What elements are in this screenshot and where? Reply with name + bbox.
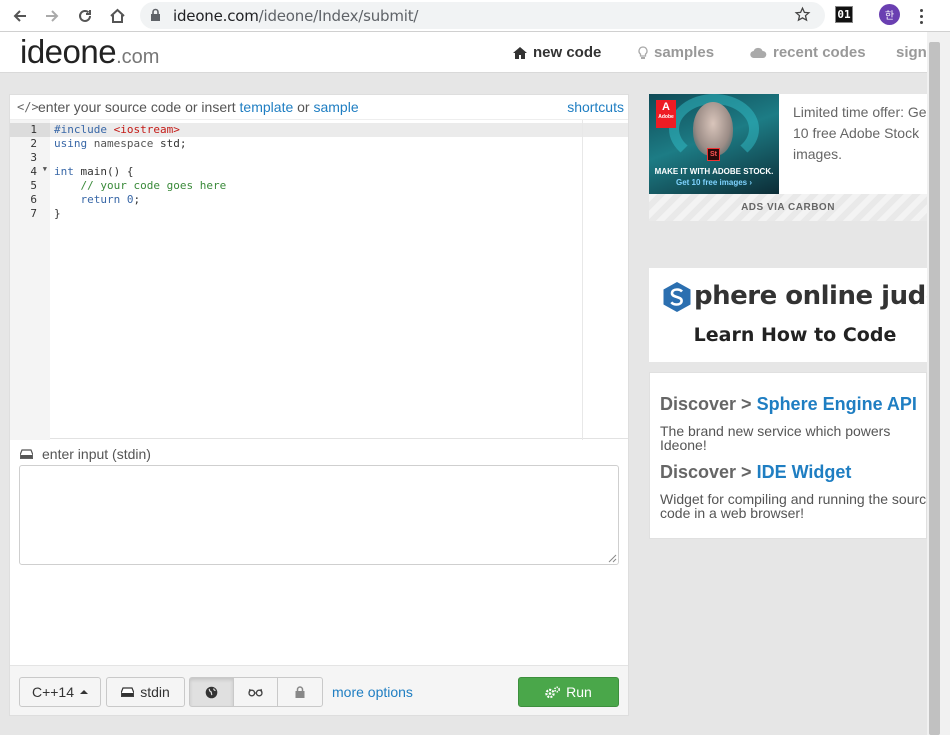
nav-recent-codes[interactable]: recent codes xyxy=(750,44,866,61)
stdin-input[interactable] xyxy=(19,465,619,565)
line-number-gutter: 1 2 3 4 ▼ 5 6 7 xyxy=(10,120,50,440)
code-line[interactable]: int main() { xyxy=(54,165,133,179)
lock-icon xyxy=(150,8,161,27)
spoj-banner[interactable]: phere online judge Learn How to Code xyxy=(649,268,927,362)
url-text: ideone.com/ideone/Index/submit/ xyxy=(173,7,419,25)
nav-label: samples xyxy=(654,44,715,61)
more-options-link[interactable]: more options xyxy=(332,684,413,700)
home-icon[interactable] xyxy=(106,5,128,27)
stdin-toggle-button[interactable]: stdin xyxy=(106,677,185,707)
template-link[interactable]: template xyxy=(240,99,294,115)
spoj-title: phere online judge xyxy=(694,281,927,311)
lightbulb-icon xyxy=(638,45,648,59)
print-margin xyxy=(582,120,583,440)
editor-header: </> enter your source code or insert tem… xyxy=(10,95,628,119)
profile-avatar[interactable]: 한 xyxy=(879,4,900,25)
code-line[interactable]: // your code goes here xyxy=(54,179,226,193)
resize-handle-icon[interactable] xyxy=(607,553,617,563)
line-number: 6 xyxy=(30,193,37,206)
ad-cta: Get 10 free images › xyxy=(675,178,753,187)
ideone-logo[interactable]: ideone.com xyxy=(20,33,159,71)
nav-new-code[interactable]: new code xyxy=(513,44,601,61)
line-number: 4 ▼ xyxy=(30,165,47,178)
adobe-stock-icon: St xyxy=(707,148,720,161)
ide-widget-link[interactable]: IDE Widget xyxy=(757,462,852,482)
stdin-label: enter input (stdin) xyxy=(20,446,151,462)
ads-via-carbon-link[interactable]: ADS VIA CARBON xyxy=(649,194,927,221)
visibility-public-button[interactable] xyxy=(189,677,234,707)
line-number: 5 xyxy=(30,179,37,192)
nav-samples[interactable]: samples xyxy=(638,44,714,61)
sphere-engine-api-link[interactable]: Sphere Engine API xyxy=(757,394,917,414)
lock-icon xyxy=(295,686,305,698)
run-button[interactable]: Run xyxy=(518,677,619,707)
extension-icon[interactable]: 01 xyxy=(835,6,853,23)
editor-hint: enter your source code or insert templat… xyxy=(38,99,359,115)
inbox-icon xyxy=(121,687,135,697)
nav-label: sign xyxy=(896,44,927,61)
adobe-logo-icon: A Adobe xyxy=(656,100,676,128)
code-line[interactable]: #include <iostream> xyxy=(54,123,180,137)
code-line[interactable]: using namespace std; xyxy=(54,137,186,151)
discover-description: Widget for compiling and running the sou… xyxy=(660,491,927,521)
nav-label: new code xyxy=(533,44,602,61)
spoj-hexagon-logo-icon xyxy=(663,282,691,312)
bottom-toolbar: C++14 stdin more options Run xyxy=(10,665,628,715)
discover-description: The brand new service which powers Ideone… xyxy=(660,423,891,453)
reload-icon[interactable] xyxy=(74,5,96,27)
page-scrollbar[interactable] xyxy=(927,32,950,735)
sample-link[interactable]: sample xyxy=(313,99,358,115)
line-number: 2 xyxy=(30,137,37,150)
line-number: 7 xyxy=(30,207,37,220)
line-number: 1 xyxy=(10,123,50,137)
nav-sign-in[interactable]: sign xyxy=(896,44,927,61)
bookmark-star-icon[interactable] xyxy=(794,6,811,28)
spoj-subtitle: Learn How to Code xyxy=(693,324,897,346)
site-header: ideone.com new code samples recent codes… xyxy=(0,32,940,73)
browser-toolbar: ideone.com/ideone/Index/submit/ 01 한 xyxy=(0,0,950,32)
glasses-icon xyxy=(248,688,263,696)
globe-icon xyxy=(205,686,218,698)
discover-heading: Discover > Sphere Engine API xyxy=(660,394,917,414)
browser-menu-icon[interactable] xyxy=(913,5,929,27)
line-number: 3 xyxy=(30,151,37,164)
nav-label: recent codes xyxy=(773,44,866,61)
ad-text[interactable]: Limited time offer: Ge 10 free Adobe Sto… xyxy=(793,102,927,165)
code-line[interactable]: } xyxy=(54,207,61,221)
forward-arrow-icon[interactable] xyxy=(41,5,63,27)
carbon-ad[interactable]: A Adobe St MAKE IT WITH ADOBE STOCK. Get … xyxy=(649,94,927,221)
back-arrow-icon[interactable] xyxy=(9,5,31,27)
adobe-stock-ad-image[interactable]: A Adobe St MAKE IT WITH ADOBE STOCK. Get … xyxy=(649,94,779,194)
code-editor[interactable]: 1 2 3 4 ▼ 5 6 7 #include <iostream> using namesp… xyxy=(10,119,628,440)
fold-arrow-icon[interactable]: ▼ xyxy=(43,165,47,173)
cloud-icon xyxy=(750,47,767,58)
address-bar[interactable]: ideone.com/ideone/Index/submit/ xyxy=(140,2,825,29)
language-select[interactable]: C++14 xyxy=(19,677,101,707)
editor-panel: </> enter your source code or insert tem… xyxy=(9,94,629,716)
gears-icon xyxy=(545,685,561,698)
inbox-icon xyxy=(20,449,33,459)
code-icon: </> xyxy=(17,100,39,114)
visibility-private-button[interactable] xyxy=(277,677,323,707)
discover-heading: Discover > IDE Widget xyxy=(660,462,852,482)
visibility-hidden-button[interactable] xyxy=(233,677,278,707)
caret-up-icon xyxy=(80,690,89,694)
shortcuts-link[interactable]: shortcuts xyxy=(567,99,624,115)
code-line[interactable]: return 0; xyxy=(54,193,141,207)
scrollbar-thumb[interactable] xyxy=(929,42,940,735)
ad-tagline: MAKE IT WITH ADOBE STOCK. xyxy=(654,167,774,176)
home-icon xyxy=(513,46,527,59)
discover-panel: Discover > Sphere Engine API The brand n… xyxy=(649,372,927,539)
